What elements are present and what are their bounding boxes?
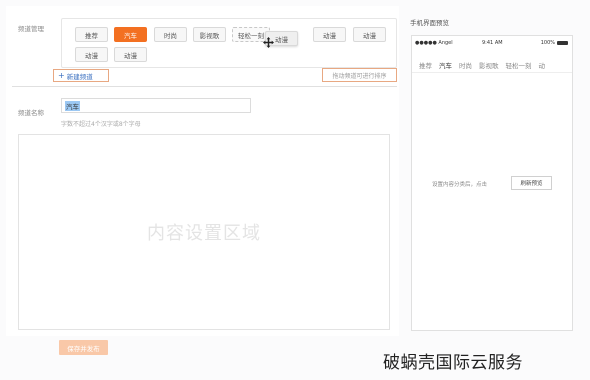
new-channel-label: 新建频道	[66, 72, 93, 81]
channel-name-input[interactable]: 汽车	[61, 98, 251, 113]
phone-tab-bar: 推荐 汽车 时尚 影视歌 轻松一刻 动	[412, 57, 572, 73]
channel-tag-anime[interactable]: 动漫	[75, 47, 108, 62]
save-publish-button[interactable]: 保存并发布	[59, 340, 108, 355]
editor-panel: 频道管理 推荐 汽车 时尚 影视歌 轻松一刻 动漫 动漫 动漫 动漫 动漫 + …	[6, 6, 399, 336]
content-area-placeholder: 内容设置区域	[147, 223, 261, 244]
phone-tab-anime[interactable]: 动	[539, 60, 546, 70]
refresh-preview-button[interactable]: 刷新预览	[511, 176, 552, 190]
channel-tag-box: 推荐 汽车 时尚 影视歌 轻松一刻 动漫 动漫 动漫 动漫 动漫	[61, 18, 397, 68]
channel-tag-fashion[interactable]: 时尚	[154, 27, 187, 42]
phone-tab-recommend[interactable]: 推荐	[419, 60, 432, 70]
channel-name-label: 频道名称	[18, 109, 44, 117]
divider	[12, 86, 397, 87]
channel-tag-anime[interactable]: 动漫	[313, 27, 346, 42]
channel-tag-anime[interactable]: 动漫	[353, 27, 386, 42]
watermark-text: 破蜗壳国际云服务	[383, 353, 523, 373]
new-channel-button[interactable]: + 新建频道	[53, 69, 109, 82]
channel-tag-anime[interactable]: 动漫	[114, 47, 147, 62]
phone-tab-auto[interactable]: 汽车	[439, 60, 452, 70]
battery-icon	[557, 41, 568, 45]
channel-name-value: 汽车	[65, 100, 80, 111]
status-time: 9:41 AM	[482, 40, 503, 46]
channel-tag-auto[interactable]: 汽车	[114, 27, 147, 42]
preview-message: 设置内容分类后，点击	[432, 182, 488, 188]
phone-status-bar: ●●●●● Angel 9:41 AM 100%	[412, 38, 572, 48]
battery-percent: 100%	[540, 40, 555, 46]
channel-name-hint: 字数不超过4个汉字或8个字母	[61, 121, 141, 128]
phone-preview: ●●●●● Angel 9:41 AM 100% 推荐 汽车 时尚 影视歌 轻松…	[411, 35, 573, 331]
phone-tab-film[interactable]: 影视歌	[479, 60, 499, 70]
channel-manage-label: 频道管理	[18, 25, 44, 33]
preview-title: 手机界面预览	[410, 19, 449, 27]
move-cursor-icon	[263, 37, 274, 48]
plus-icon: +	[58, 70, 65, 80]
drag-sort-hint: 拖动频道可进行排序	[322, 68, 397, 82]
content-settings-area[interactable]: 内容设置区域	[18, 134, 390, 330]
phone-tab-relax[interactable]: 轻松一刻	[506, 60, 532, 70]
carrier-text: ●●●●● Angel	[415, 40, 453, 46]
channel-tag-recommend[interactable]: 推荐	[75, 27, 108, 42]
channel-tag-film[interactable]: 影视歌	[193, 27, 226, 42]
phone-tab-fashion[interactable]: 时尚	[459, 60, 472, 70]
page: 频道管理 推荐 汽车 时尚 影视歌 轻松一刻 动漫 动漫 动漫 动漫 动漫 + …	[0, 0, 590, 380]
